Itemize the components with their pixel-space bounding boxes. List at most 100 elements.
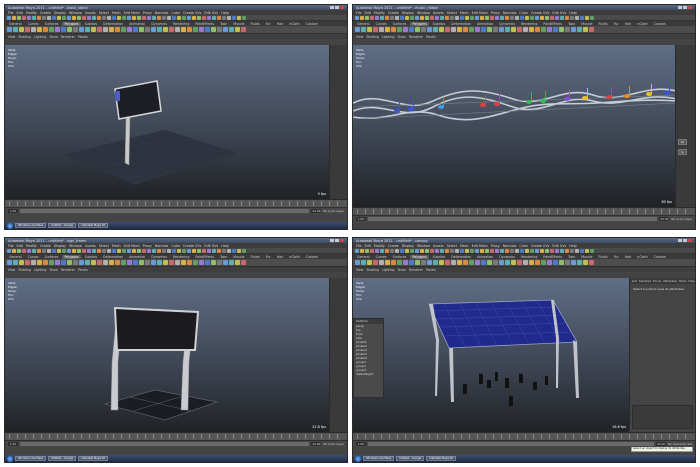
tool-icon[interactable]: [530, 248, 534, 253]
tool-icon[interactable]: [162, 15, 166, 20]
tool-icon[interactable]: [172, 15, 176, 20]
tool-icon[interactable]: [177, 15, 181, 20]
menu-item[interactable]: Edit Mesh: [472, 244, 488, 248]
shelf-tab[interactable]: Custom: [304, 255, 320, 259]
menu-item[interactable]: Create UVs: [531, 244, 549, 248]
tool-icon[interactable]: [400, 248, 404, 253]
shelf-tab[interactable]: Curves: [374, 22, 389, 26]
taskbar-button[interactable]: Untitled - Google: [48, 456, 77, 461]
tool-icon[interactable]: [232, 248, 236, 253]
shelf-icon[interactable]: [517, 260, 522, 265]
tool-icon[interactable]: [510, 248, 514, 253]
shelf-tab[interactable]: Deformation: [101, 22, 125, 26]
tool-icon[interactable]: [62, 15, 66, 20]
shelf-tab[interactable]: Fluids: [596, 22, 609, 26]
tool-icon[interactable]: [470, 15, 474, 20]
tool-icon[interactable]: [112, 248, 116, 253]
shelf-icon[interactable]: [583, 260, 588, 265]
tool-icon[interactable]: [510, 15, 514, 20]
shelf-icon[interactable]: [61, 260, 66, 265]
start-orb-icon[interactable]: [7, 222, 13, 229]
shelf-icon[interactable]: [229, 27, 234, 32]
shelf-tab[interactable]: Animation: [475, 22, 495, 26]
shelf-tab[interactable]: Curves: [26, 22, 41, 26]
menu-item[interactable]: Display: [54, 11, 66, 15]
menu-item[interactable]: Proxy: [143, 11, 152, 15]
tool-icon[interactable]: [515, 248, 519, 253]
shelf-tab[interactable]: Toon: [218, 255, 229, 259]
shelf-tab[interactable]: General: [7, 22, 24, 26]
shelf-tab[interactable]: Polygons: [410, 254, 429, 259]
viewport-menu-item[interactable]: Renderer: [61, 35, 75, 39]
shelf-icon[interactable]: [499, 260, 504, 265]
shelf-tab[interactable]: Custom: [652, 22, 668, 26]
end-field[interactable]: 24.00: [311, 209, 322, 213]
shelf-icon[interactable]: [79, 27, 84, 32]
shelf-icon[interactable]: [79, 260, 84, 265]
menu-item[interactable]: Edit UVs: [204, 244, 218, 248]
shelf-icon[interactable]: [547, 260, 552, 265]
shelf-tab[interactable]: Hair: [275, 255, 286, 259]
shelf-icon[interactable]: [217, 27, 222, 32]
tool-icon[interactable]: [500, 15, 504, 20]
shelf-tab[interactable]: Surfaces: [391, 22, 409, 26]
shelf-icon[interactable]: [109, 27, 114, 32]
tool-icon[interactable]: [142, 248, 146, 253]
shelf-icon[interactable]: [379, 260, 384, 265]
shelf-icon[interactable]: [235, 27, 240, 32]
shelf-tab[interactable]: Hair: [623, 22, 634, 26]
tool-icon[interactable]: [227, 15, 231, 20]
attribute-tab[interactable]: Help: [688, 279, 694, 283]
tool-icon[interactable]: [242, 15, 246, 20]
shelf-icon[interactable]: [559, 260, 564, 265]
viewport-menu-item[interactable]: Show: [397, 35, 405, 39]
shelf-icon[interactable]: [73, 260, 78, 265]
shelf-tab[interactable]: Dynamics: [497, 255, 517, 259]
tool-icon[interactable]: [222, 15, 226, 20]
shelf-icon[interactable]: [157, 260, 162, 265]
menu-item[interactable]: Color: [171, 11, 180, 15]
shelf-icon[interactable]: [451, 27, 456, 32]
shelf-icon[interactable]: [493, 27, 498, 32]
range-slider[interactable]: 1.00 24.00 No Anim Layer: [353, 215, 695, 222]
shelf-icon[interactable]: [187, 260, 192, 265]
tool-icon[interactable]: [355, 15, 359, 20]
menu-item[interactable]: Modify: [26, 11, 37, 15]
shelf-icon[interactable]: [397, 260, 402, 265]
shelf-icon[interactable]: [187, 27, 192, 32]
shelf-icon[interactable]: [433, 260, 438, 265]
menu-item[interactable]: File: [8, 244, 14, 248]
time-slider[interactable]: [353, 432, 695, 440]
tool-icon[interactable]: [360, 15, 364, 20]
shelf-icon[interactable]: [391, 27, 396, 32]
shelf-icon[interactable]: [511, 260, 516, 265]
viewport-menu-item[interactable]: Panels: [426, 268, 436, 272]
tool-icon[interactable]: [375, 15, 379, 20]
shelf-icon[interactable]: [385, 27, 390, 32]
tool-icon[interactable]: [575, 15, 579, 20]
tool-icon[interactable]: [117, 15, 121, 20]
shelf-icon[interactable]: [529, 260, 534, 265]
shelf-icon[interactable]: [505, 260, 510, 265]
tool-icon[interactable]: [47, 248, 51, 253]
shelf-tab[interactable]: nCloth: [287, 255, 301, 259]
menu-item[interactable]: Display: [402, 244, 414, 248]
shelf-icon[interactable]: [541, 260, 546, 265]
taskbar-button[interactable]: Windows Live Mess: [15, 223, 47, 228]
shelf-icon[interactable]: [433, 27, 438, 32]
taskbar-button[interactable]: Untitled - Google: [396, 456, 425, 461]
tool-icon[interactable]: [545, 15, 549, 20]
shelf-icon[interactable]: [193, 260, 198, 265]
tool-icon[interactable]: [97, 15, 101, 20]
shelf-icon[interactable]: [463, 260, 468, 265]
shelf-icon[interactable]: [421, 27, 426, 32]
shelf-icon[interactable]: [589, 260, 594, 265]
tool-icon[interactable]: [565, 15, 569, 20]
tool-icon[interactable]: [142, 15, 146, 20]
menu-item[interactable]: Assets: [433, 244, 444, 248]
shelf-icon[interactable]: [355, 27, 360, 32]
tool-icon[interactable]: [37, 15, 41, 20]
tool-icon[interactable]: [570, 15, 574, 20]
attribute-tab[interactable]: Focus: [653, 279, 661, 283]
shelf-tab[interactable]: Curves: [26, 255, 41, 259]
